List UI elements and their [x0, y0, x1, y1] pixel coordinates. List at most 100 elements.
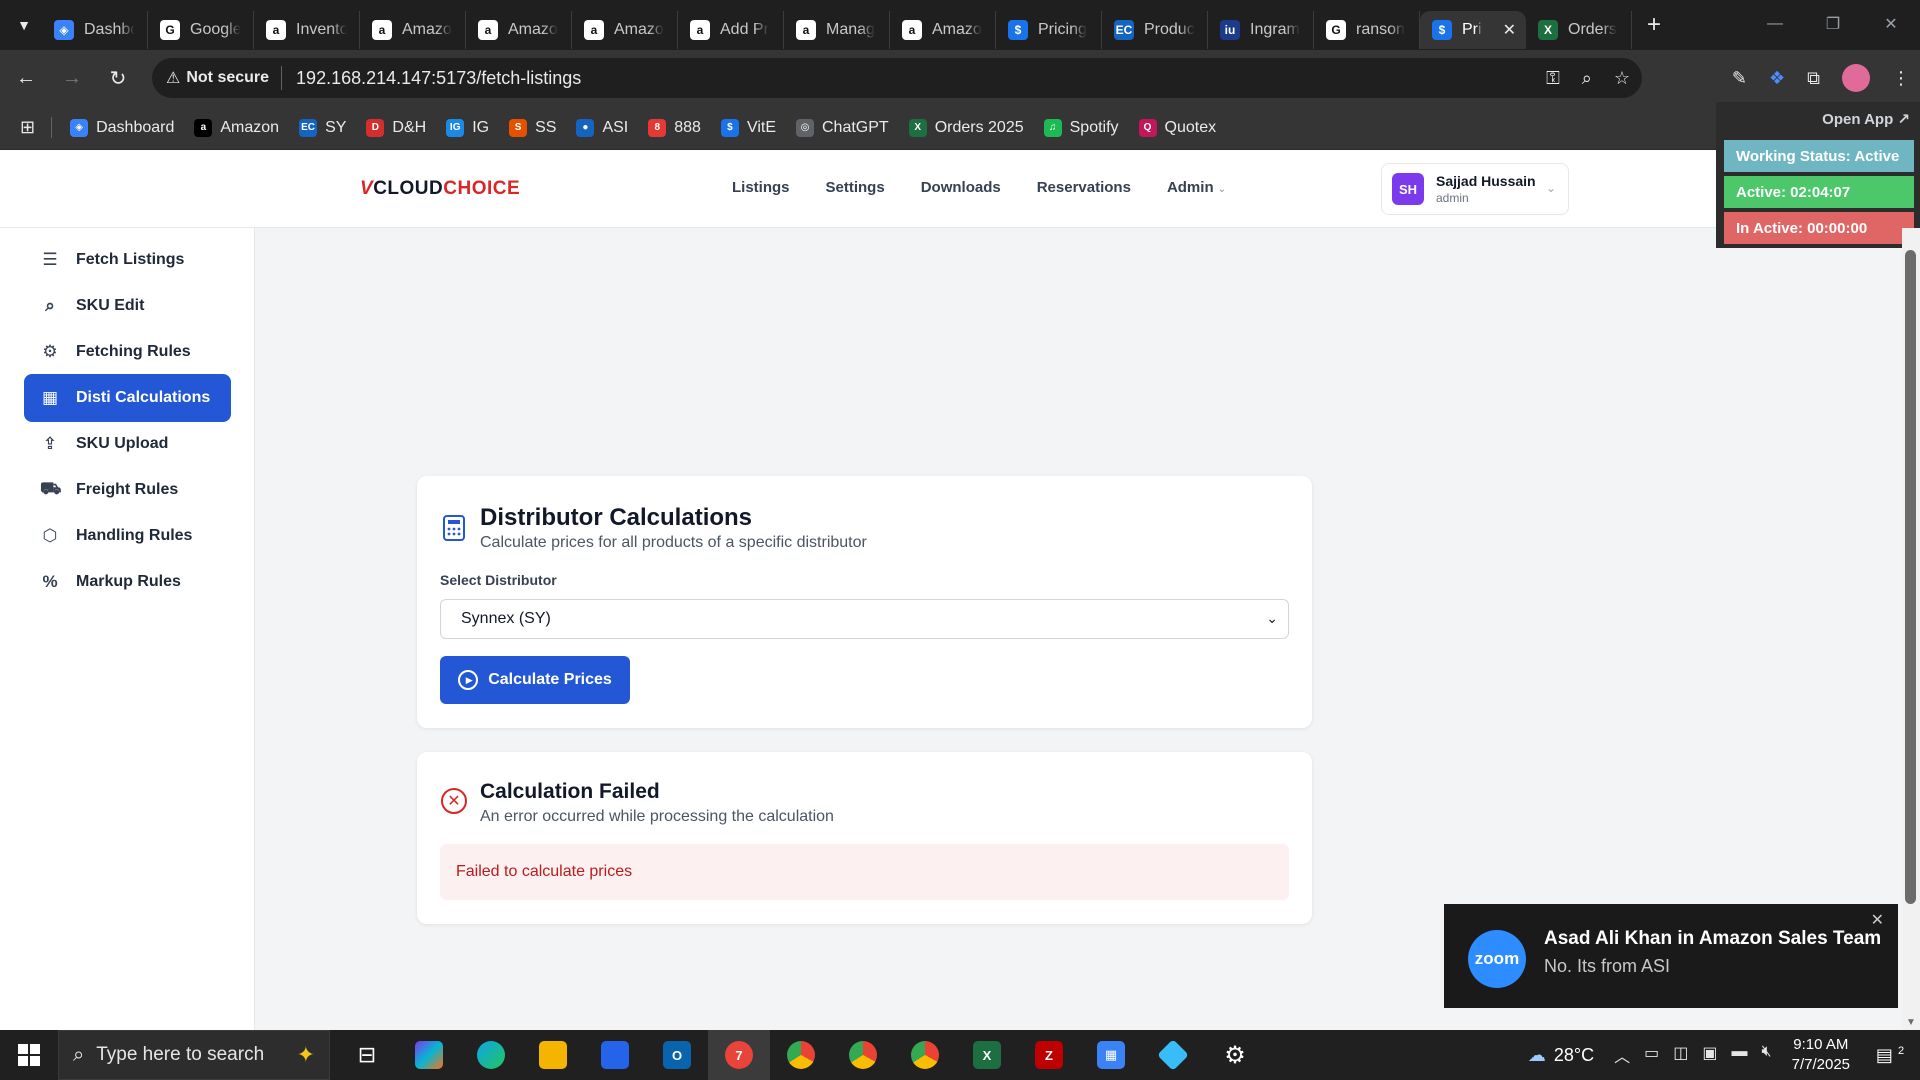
start-button[interactable]: [0, 1030, 58, 1080]
extension-feather-icon[interactable]: ✎: [1732, 68, 1747, 89]
chrome-profile-app-1[interactable]: [770, 1030, 832, 1080]
meet-now-icon[interactable]: ◫: [1673, 1043, 1688, 1067]
bookmark-item[interactable]: EC SY: [299, 118, 346, 137]
calculate-prices-button[interactable]: ▶ Calculate Prices: [440, 656, 630, 704]
chrome-profile-app-2[interactable]: [832, 1030, 894, 1080]
copilot-app[interactable]: [398, 1030, 460, 1080]
bookmark-item[interactable]: ♫ Spotify: [1043, 118, 1119, 137]
scroll-down-arrow-icon[interactable]: ▼: [1906, 1017, 1916, 1028]
nav-downloads[interactable]: Downloads: [921, 179, 1001, 196]
excel-app[interactable]: X: [956, 1030, 1018, 1080]
open-app-link[interactable]: Open App ↗: [1822, 110, 1910, 128]
bookmark-star-icon[interactable]: ☆: [1614, 68, 1630, 89]
bookmark-item[interactable]: IG IG: [446, 118, 489, 137]
distributor-select[interactable]: Synnex (SY) ⌄: [440, 599, 1289, 639]
user-menu[interactable]: SH Sajjad Hussain admin ⌄: [1381, 163, 1569, 215]
restore-icon[interactable]: ❐: [1804, 0, 1862, 48]
weather-widget[interactable]: ☁ 28°C: [1528, 1045, 1594, 1066]
sidebar-item-fetch-listings[interactable]: ☰ Fetch Listings: [24, 236, 231, 284]
sidebar-item-sku-edit[interactable]: ⌕ SKU Edit: [24, 282, 231, 330]
outlook-app[interactable]: O: [646, 1030, 708, 1080]
browser-tab[interactable]: EC Produc: [1102, 11, 1208, 49]
notification-center-button[interactable]: ▤ 2: [1870, 1045, 1910, 1066]
reload-button[interactable]: ↻: [98, 58, 138, 98]
profile-avatar[interactable]: [1842, 64, 1870, 92]
generic-app[interactable]: [1142, 1030, 1204, 1080]
close-icon[interactable]: ✕: [1871, 910, 1884, 930]
url-text[interactable]: 192.168.214.147:5173/fetch-listings: [296, 68, 581, 89]
minimize-icon[interactable]: —: [1746, 0, 1804, 48]
security-indicator[interactable]: ⚠ Not secure: [166, 66, 283, 90]
sidebar-item-disti-calculations[interactable]: ▦ Disti Calculations: [24, 374, 231, 422]
browser-tab[interactable]: a Amazo: [890, 11, 996, 49]
sidebar-item-handling-rules[interactable]: ⬡ Handling Rules: [24, 512, 231, 560]
puzzle-icon[interactable]: ⧉: [1807, 68, 1820, 89]
bookmark-item[interactable]: ● ASI: [576, 118, 628, 137]
scrollbar-thumb[interactable]: [1905, 250, 1916, 904]
key-icon[interactable]: ⚿: [1546, 68, 1560, 89]
nav-listings[interactable]: Listings: [732, 179, 790, 196]
back-button[interactable]: ←: [6, 58, 46, 98]
browser-tab[interactable]: a Amazo: [466, 11, 572, 49]
browser-tab[interactable]: ◈ Dashbo: [42, 11, 148, 49]
system-clock[interactable]: 9:10 AM 7/7/2025: [1792, 1035, 1850, 1075]
sidebar-item-sku-upload[interactable]: ⇪ SKU Upload: [24, 420, 231, 468]
display-icon[interactable]: ▣: [1702, 1043, 1717, 1067]
chrome-icon: [787, 1041, 815, 1069]
chrome-profile-app-3[interactable]: [894, 1030, 956, 1080]
bookmark-item[interactable]: 8 888: [648, 118, 701, 137]
bookmark-item[interactable]: X Orders 2025: [908, 118, 1024, 137]
bookmark-item[interactable]: a Amazon: [194, 118, 279, 137]
browser-tab[interactable]: G Google: [148, 11, 254, 49]
bookmark-item[interactable]: ◈ Dashboard: [70, 118, 174, 137]
close-window-icon[interactable]: ✕: [1862, 0, 1920, 48]
speaker-muted-icon[interactable]: 🔇︎: [1762, 1043, 1772, 1067]
browser-tab[interactable]: a Amazo: [572, 11, 678, 49]
zoom-notification[interactable]: zoom Asad Ali Khan in Amazon Sales Team …: [1444, 904, 1898, 1008]
browser-tab[interactable]: a Amazo: [360, 11, 466, 49]
bookmark-item[interactable]: S SS: [509, 118, 556, 137]
bookmark-item[interactable]: Q Quotex: [1138, 118, 1216, 137]
edge-app[interactable]: [460, 1030, 522, 1080]
browser-tab[interactable]: $ Pri ✕: [1420, 11, 1526, 49]
sidebar-item-markup-rules[interactable]: % Markup Rules: [24, 558, 231, 606]
nav-admin[interactable]: Admin ⌄: [1167, 179, 1226, 196]
bookmark-item[interactable]: D D&H: [366, 118, 426, 137]
forward-button[interactable]: →: [52, 58, 92, 98]
kebab-menu-icon[interactable]: ⋮: [1892, 68, 1910, 89]
new-tab-button[interactable]: +: [1636, 7, 1672, 43]
browser-tab[interactable]: $ Pricing: [996, 11, 1102, 49]
chrome-app[interactable]: 7: [708, 1030, 770, 1080]
network-icon[interactable]: ▭: [1644, 1043, 1659, 1067]
filezilla-app[interactable]: Z: [1018, 1030, 1080, 1080]
file-explorer-app[interactable]: [522, 1030, 584, 1080]
nav-settings[interactable]: Settings: [826, 179, 885, 196]
apps-grid-icon[interactable]: ⊞: [20, 117, 53, 138]
task-view-button[interactable]: ⊟: [336, 1030, 398, 1080]
page-scrollbar[interactable]: ▼: [1902, 228, 1920, 1030]
chrome-icon: [911, 1041, 939, 1069]
nav-reservations[interactable]: Reservations: [1037, 179, 1131, 196]
browser-tab[interactable]: iu Ingram: [1208, 11, 1314, 49]
settings-app[interactable]: ⚙: [1204, 1030, 1266, 1080]
browser-tab[interactable]: Granson: [1314, 11, 1420, 49]
sidebar-item-fetching-rules[interactable]: ⚙ Fetching Rules: [24, 328, 231, 376]
taskbar-search[interactable]: ⌕ Type here to search ✦: [58, 1030, 330, 1080]
vcloudchoice-logo[interactable]: VCLOUDCHOICE: [360, 178, 520, 200]
close-icon[interactable]: ✕: [1503, 20, 1516, 40]
calculator-app[interactable]: ▦: [1080, 1030, 1142, 1080]
tab-search-button[interactable]: ▼: [6, 8, 42, 42]
bookmark-item[interactable]: ◎ ChatGPT: [796, 118, 889, 137]
sidebar-item-freight-rules[interactable]: ⛟ Freight Rules: [24, 466, 231, 514]
zoom-icon[interactable]: ⌕: [1582, 68, 1592, 89]
bookmark-item[interactable]: $ VitE: [720, 118, 776, 137]
store-app[interactable]: [584, 1030, 646, 1080]
browser-tab[interactable]: X Orders: [1526, 11, 1632, 49]
browser-tab[interactable]: a Invento: [254, 11, 360, 49]
address-bar[interactable]: ⚠ Not secure 192.168.214.147:5173/fetch-…: [152, 58, 1642, 98]
chevron-up-icon[interactable]: ︿: [1614, 1043, 1630, 1067]
browser-tab[interactable]: a Add Pr: [678, 11, 784, 49]
extension-blue-icon[interactable]: ❖: [1769, 68, 1785, 89]
battery-icon[interactable]: ▬: [1732, 1043, 1748, 1067]
browser-tab[interactable]: a Manag: [784, 11, 890, 49]
